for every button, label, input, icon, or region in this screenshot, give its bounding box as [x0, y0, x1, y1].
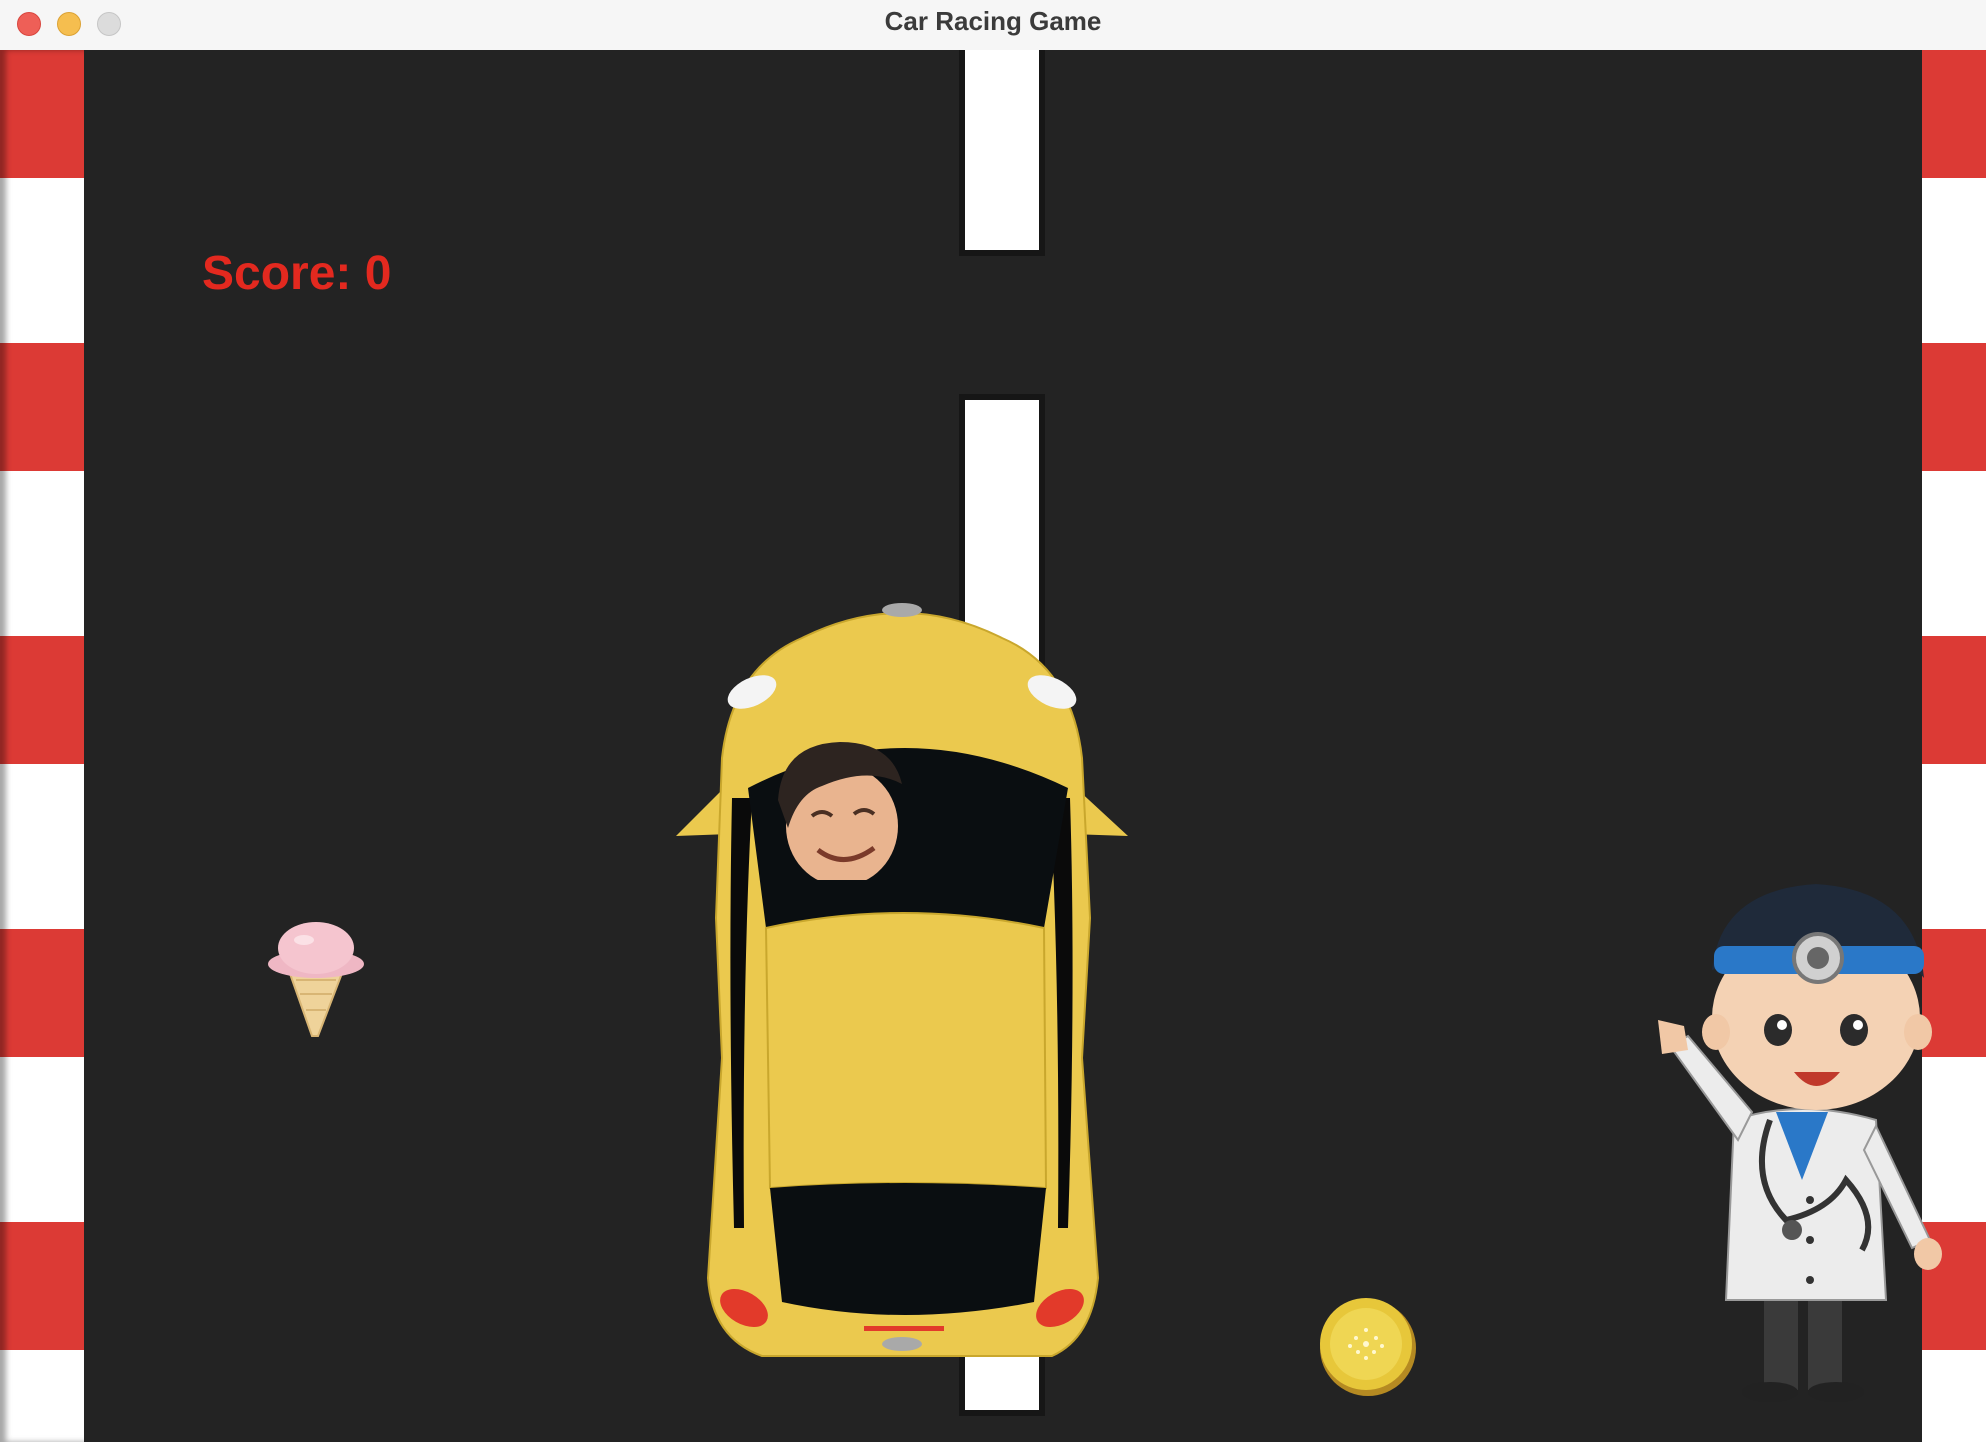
doctor-icon	[1658, 884, 1942, 1402]
game-canvas[interactable]: Score: 0	[0, 50, 1986, 1442]
player-car	[676, 603, 1128, 1357]
game-window: Car Racing Game Score: 0	[0, 0, 1986, 1442]
window-title: Car Racing Game	[884, 6, 1102, 36]
lane-divider	[965, 50, 1039, 250]
burger-icon	[1320, 1298, 1416, 1396]
left-kerb	[0, 50, 84, 1442]
score-display: Score: 0	[202, 247, 392, 300]
ice-cream-icon	[268, 922, 364, 1037]
title-bar: Car Racing Game	[0, 0, 1986, 51]
